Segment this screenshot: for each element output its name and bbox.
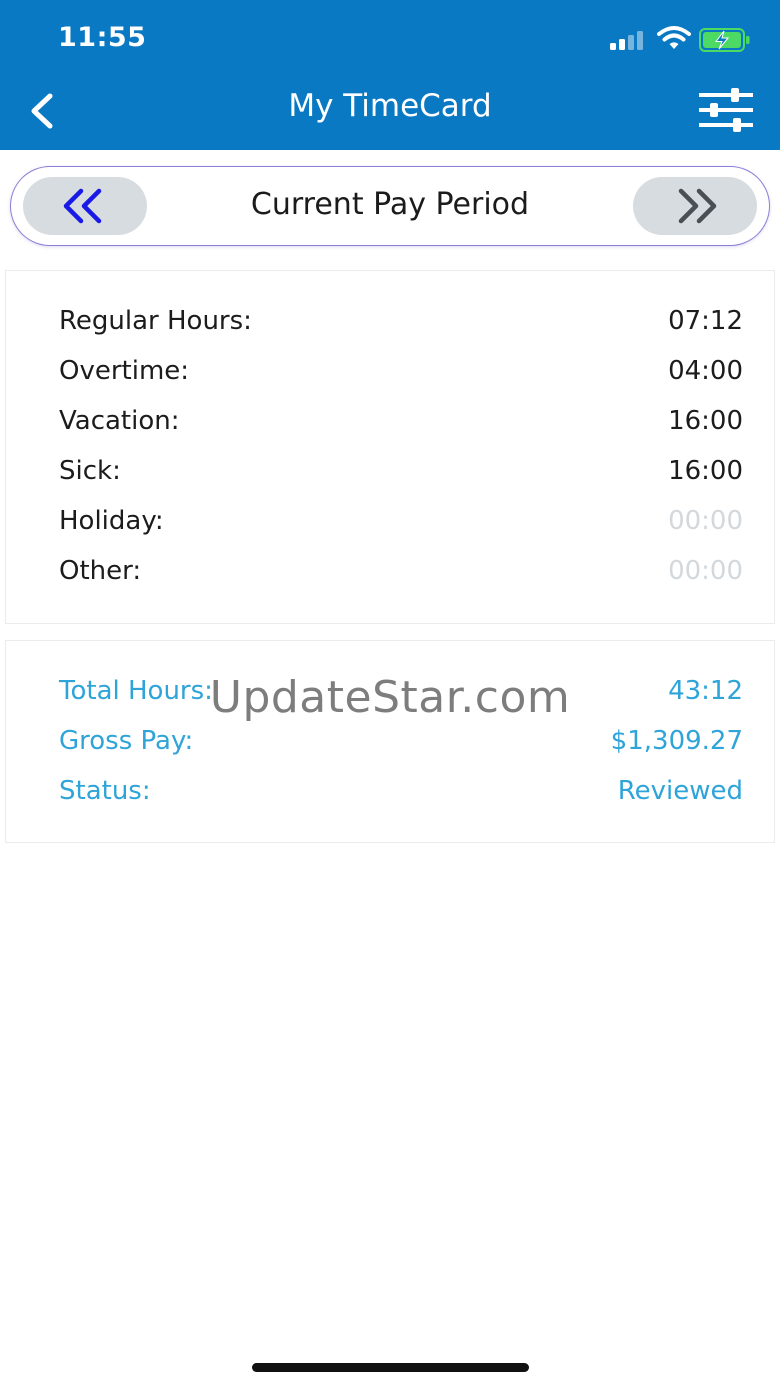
watermark-text: UpdateStar.com <box>209 672 571 723</box>
summary-label: Gross Pay: <box>59 726 194 756</box>
hours-label: Overtime: <box>59 356 190 386</box>
hours-value: 07:12 <box>668 306 743 336</box>
hours-row-overtime: Overtime: 04:00 <box>59 356 743 396</box>
page-title: My TimeCard <box>288 88 492 124</box>
hours-row-regular: Regular Hours: 07:12 <box>59 306 743 346</box>
pay-period-selector: Current Pay Period <box>10 166 770 246</box>
hours-label: Holiday: <box>59 506 164 536</box>
hours-label: Other: <box>59 556 142 586</box>
hours-row-holiday: Holiday: 00:00 <box>59 506 743 546</box>
cellular-signal-icon <box>610 30 648 50</box>
status-value: Reviewed <box>617 776 743 806</box>
hours-value: 16:00 <box>668 456 743 486</box>
home-indicator[interactable] <box>252 1363 529 1372</box>
hours-breakdown-card: Regular Hours: 07:12 Overtime: 04:00 Vac… <box>5 270 775 624</box>
hours-value: 16:00 <box>668 406 743 436</box>
summary-label: Status: <box>59 776 151 806</box>
hours-row-vacation: Vacation: 16:00 <box>59 406 743 446</box>
wifi-icon <box>657 26 691 49</box>
hours-value: 00:00 <box>668 506 743 536</box>
filter-sliders-icon[interactable] <box>696 86 756 136</box>
app-header: 11:55 My TimeCard <box>0 0 780 150</box>
hours-row-sick: Sick: 16:00 <box>59 456 743 496</box>
hours-label: Vacation: <box>59 406 180 436</box>
battery-charging-icon <box>699 28 750 52</box>
next-period-button[interactable] <box>633 177 757 235</box>
hours-label: Regular Hours: <box>59 306 252 336</box>
summary-value: $1,309.27 <box>610 726 743 756</box>
hours-label: Sick: <box>59 456 121 486</box>
pay-summary-card: Total Hours: 43:12 Gross Pay: $1,309.27 … <box>5 640 775 843</box>
double-chevron-right-icon <box>678 188 717 224</box>
summary-row-gross-pay: Gross Pay: $1,309.27 <box>59 726 743 766</box>
hours-value: 04:00 <box>668 356 743 386</box>
summary-row-status: Status: Reviewed <box>59 776 743 816</box>
hours-value: 00:00 <box>668 556 743 586</box>
hours-row-other: Other: 00:00 <box>59 556 743 596</box>
status-bar-time: 11:55 <box>58 22 147 53</box>
